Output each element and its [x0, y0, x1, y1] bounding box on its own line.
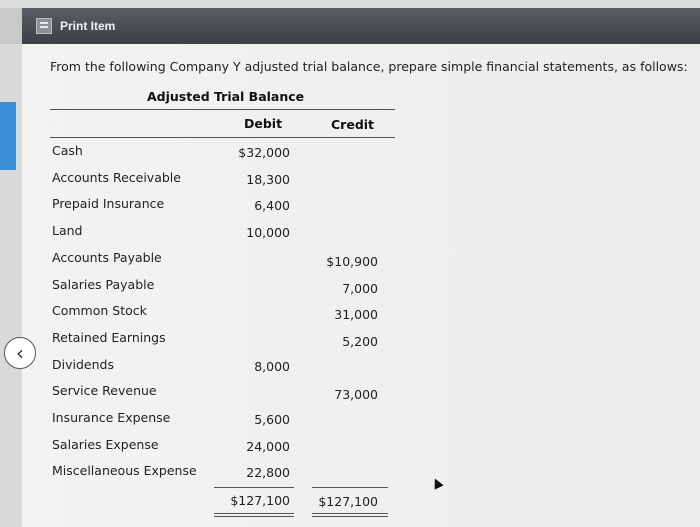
- credit-double-rule-2: [312, 516, 388, 517]
- title-rule: [50, 109, 395, 110]
- account-name: Cash: [52, 143, 83, 158]
- sidebar-accent-tab[interactable]: [0, 102, 16, 170]
- debit-double-rule-2: [214, 516, 294, 517]
- account-name: Salaries Payable: [52, 277, 155, 292]
- debit-total-rule: [214, 487, 294, 488]
- title-bar: Print Item: [22, 8, 700, 44]
- credit-amount: 31,000: [334, 307, 378, 322]
- debit-header: Debit: [244, 116, 283, 131]
- debit-amount: 8,000: [254, 359, 290, 374]
- credit-amount: 7,000: [342, 281, 378, 296]
- debit-amount: 24,000: [246, 439, 290, 454]
- debit-amount: 10,000: [246, 225, 290, 240]
- back-button[interactable]: ‹: [4, 337, 36, 369]
- account-name: Retained Earnings: [52, 330, 166, 345]
- account-name: Accounts Payable: [52, 250, 162, 265]
- credit-amount: 73,000: [334, 387, 378, 402]
- credit-double-rule-1: [312, 513, 388, 514]
- account-name: Service Revenue: [52, 383, 157, 398]
- account-name: Miscellaneous Expense: [52, 463, 197, 478]
- chevron-left-icon: ‹: [16, 341, 24, 365]
- account-name: Common Stock: [52, 303, 147, 318]
- mouse-cursor-icon: [430, 476, 444, 490]
- account-name: Dividends: [52, 357, 114, 372]
- left-sidebar: [0, 44, 22, 527]
- print-content: From the following Company Y adjusted tr…: [22, 44, 700, 527]
- debit-amount: 18,300: [246, 172, 290, 187]
- credit-amount: $10,900: [326, 254, 378, 269]
- debit-amount: $32,000: [238, 145, 290, 160]
- window-title: Print Item: [60, 19, 116, 33]
- debit-double-rule-1: [214, 513, 294, 514]
- header-rule: [50, 137, 395, 138]
- credit-total-rule: [312, 487, 388, 488]
- debit-total: $127,100: [230, 493, 290, 508]
- credit-amount: 5,200: [342, 334, 378, 349]
- credit-header: Credit: [331, 117, 375, 132]
- account-name: Land: [52, 223, 83, 238]
- credit-total: $127,100: [318, 494, 378, 509]
- account-name: Insurance Expense: [52, 410, 171, 425]
- account-name: Accounts Receivable: [52, 170, 181, 185]
- account-name: Prepaid Insurance: [52, 196, 165, 211]
- debit-amount: 6,400: [254, 198, 290, 213]
- table-title: Adjusted Trial Balance: [147, 89, 305, 104]
- debit-amount: 22,800: [246, 465, 290, 480]
- account-name: Salaries Expense: [52, 437, 159, 452]
- instruction-text: From the following Company Y adjusted tr…: [50, 59, 688, 74]
- document-icon: [36, 18, 52, 34]
- debit-amount: 5,600: [254, 412, 290, 427]
- top-strip: [0, 0, 700, 8]
